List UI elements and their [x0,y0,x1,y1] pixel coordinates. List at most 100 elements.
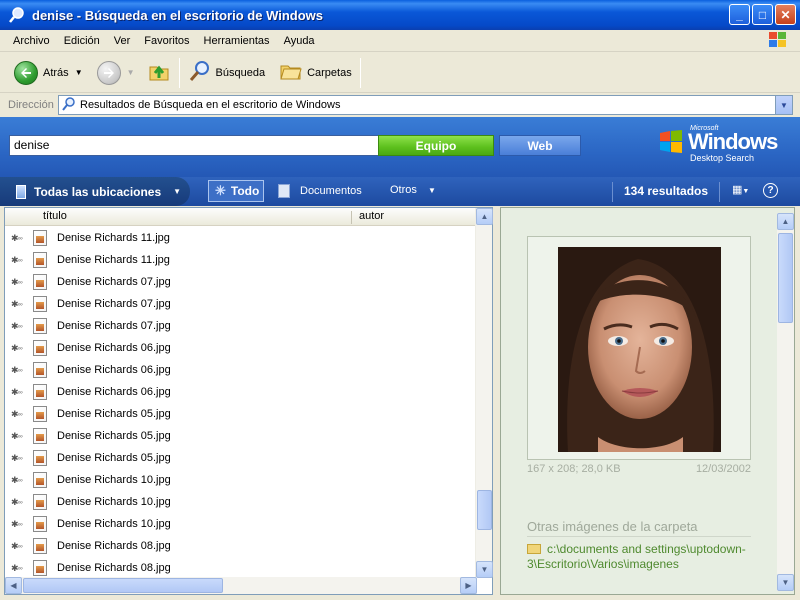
table-row[interactable]: ✱◦◦ Denise Richards 10.jpg [5,469,479,491]
image-file-icon [33,428,47,444]
scroll-thumb[interactable] [778,233,793,323]
results-list: título autor ✱◦◦ Denise Richards 11.jpg ✱◦… [4,207,493,595]
scope-others-tab[interactable]: Otros ▼ [390,184,436,196]
other-images-title: Otras imágenes de la carpeta [527,519,751,537]
image-file-icon [33,318,47,334]
menu-edicion[interactable]: Edición [57,35,107,47]
hscroll-thumb[interactable] [23,578,223,593]
search-button[interactable]: Búsqueda [184,57,270,89]
preview-photo[interactable] [558,247,721,452]
back-button[interactable]: Atrás ▼ [10,57,87,89]
table-row[interactable]: ✱◦◦ Denise Richards 07.jpg [5,293,479,315]
up-folder-icon [147,59,171,86]
search-input[interactable]: denise [9,135,379,156]
table-row[interactable]: ✱◦◦ Denise Richards 06.jpg [5,359,479,381]
table-row[interactable]: ✱◦◦ Denise Richards 10.jpg [5,491,479,513]
folders-icon [279,59,303,86]
results-vertical-scrollbar[interactable]: ▲ ▼ [475,208,493,578]
file-name: Denise Richards 08.jpg [57,562,171,574]
folder-icon [527,544,541,554]
scroll-right-icon[interactable]: ▶ [460,577,477,594]
chevron-down-icon: ▼ [173,187,182,196]
search-web-button[interactable]: Web [499,135,581,156]
scroll-up-icon[interactable]: ▲ [777,213,794,230]
table-row[interactable]: ✱◦◦ Denise Richards 05.jpg [5,425,479,447]
menu-bar: Archivo Edición Ver Favoritos Herramient… [0,30,800,52]
table-row[interactable]: ✱◦◦ Denise Richards 06.jpg [5,337,479,359]
scope-todo-tab[interactable]: ✳ Todo [208,180,264,202]
file-name: Denise Richards 11.jpg [57,254,170,266]
close-button[interactable]: ✕ [775,4,796,25]
folder-path-link[interactable]: c:\documents and settings\uptodown-3\Esc… [527,542,757,572]
image-file-icon [33,472,47,488]
table-row[interactable]: ✱◦◦ Denise Richards 05.jpg [5,403,479,425]
scroll-up-icon[interactable]: ▲ [476,208,493,225]
all-locations-dropdown[interactable]: Todas las ubicaciones ▼ [0,177,190,206]
address-field[interactable]: Resultados de Búsqueda en el escritorio … [58,95,793,115]
column-author[interactable]: autor [359,210,384,222]
forward-button[interactable]: ▼ [93,57,139,89]
file-name: Denise Richards 05.jpg [57,430,171,442]
relevance-rank-icon: ✱◦◦ [11,474,23,485]
magnifier-icon [188,59,212,86]
file-name: Denise Richards 10.jpg [57,496,171,508]
back-arrow-icon [14,60,38,85]
table-row[interactable]: ✱◦◦ Denise Richards 10.jpg [5,513,479,535]
maximize-button[interactable]: □ [752,4,773,25]
image-file-icon [33,362,47,378]
scope-separator [719,182,720,202]
image-metadata: 167 x 208; 28,0 KB 12/03/2002 [527,463,751,475]
table-row[interactable]: ✱◦◦ Denise Richards 08.jpg [5,557,479,579]
table-row[interactable]: ✱◦◦ Denise Richards 05.jpg [5,447,479,469]
address-value: Resultados de Búsqueda en el escritorio … [80,99,341,111]
address-bar: Dirección Resultados de Búsqueda en el e… [0,94,800,116]
table-row[interactable]: ✱◦◦ Denise Richards 11.jpg [5,249,479,271]
scope-documents-tab[interactable]: Documentos [278,184,362,198]
relevance-rank-icon: ✱◦◦ [11,540,23,551]
search-app-icon [8,6,26,24]
window-title: denise - Búsqueda en el escritorio de Wi… [32,7,323,23]
results-horizontal-scrollbar[interactable]: ◀ ▶ [5,577,477,594]
back-label: Atrás [43,66,69,79]
back-dropdown-icon[interactable]: ▼ [75,68,83,77]
menu-archivo[interactable]: Archivo [6,35,57,47]
help-button[interactable]: ? [763,183,778,198]
scroll-down-icon[interactable]: ▼ [476,561,493,578]
file-name: Denise Richards 10.jpg [57,474,171,486]
up-folder-button[interactable] [143,57,175,89]
scroll-thumb[interactable] [477,490,492,530]
table-row[interactable]: ✱◦◦ Denise Richards 07.jpg [5,315,479,337]
scope-others-label: Otros [390,184,417,196]
scroll-left-icon[interactable]: ◀ [5,577,22,594]
scroll-down-icon[interactable]: ▼ [777,574,794,591]
image-file-icon [33,340,47,356]
image-file-icon [33,230,47,246]
relevance-rank-icon: ✱◦◦ [11,298,23,309]
folder-path-text: c:\documents and settings\uptodown-3\Esc… [527,542,746,571]
relevance-rank-icon: ✱◦◦ [11,518,23,529]
column-title[interactable]: título [43,210,67,222]
table-row[interactable]: ✱◦◦ Denise Richards 08.jpg [5,535,479,557]
search-computer-button[interactable]: Equipo [378,135,494,156]
table-row[interactable]: ✱◦◦ Denise Richards 11.jpg [5,227,479,249]
windows-flag-icon [768,31,788,49]
document-icon [278,184,290,198]
file-name: Denise Richards 11.jpg [57,232,170,244]
address-dropdown-icon[interactable]: ▼ [775,96,792,114]
menu-herramientas[interactable]: Herramientas [197,35,277,47]
menu-ayuda[interactable]: Ayuda [277,35,322,47]
view-options-button[interactable]: ▦▼ [732,183,749,196]
menu-favoritos[interactable]: Favoritos [137,35,196,47]
image-file-icon [33,252,47,268]
toolbar-separator [178,57,180,88]
column-divider[interactable] [351,211,352,224]
forward-dropdown-icon[interactable]: ▼ [127,68,135,77]
table-row[interactable]: ✱◦◦ Denise Richards 06.jpg [5,381,479,403]
minimize-button[interactable]: _ [729,4,750,25]
folders-button[interactable]: Carpetas [275,57,356,89]
menu-ver[interactable]: Ver [107,35,138,47]
preview-scrollbar[interactable]: ▲ ▼ [777,213,794,591]
relevance-rank-icon: ✱◦◦ [11,232,23,243]
table-row[interactable]: ✱◦◦ Denise Richards 07.jpg [5,271,479,293]
relevance-rank-icon: ✱◦◦ [11,364,23,375]
